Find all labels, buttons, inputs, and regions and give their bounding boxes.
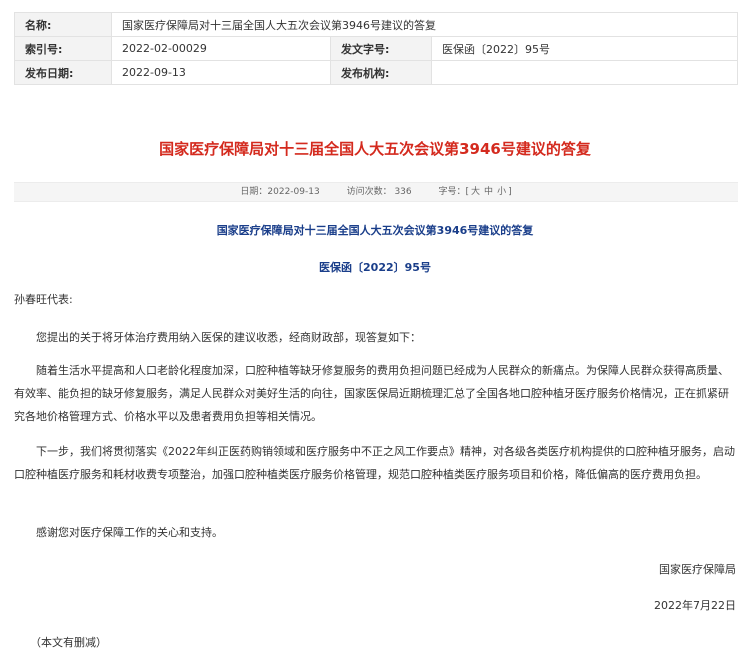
org-label: 发布机构: [330, 60, 432, 85]
index-value: 2022-02-00029 [111, 36, 331, 61]
date-label: 发布日期: [14, 60, 112, 85]
document-meta-table: 名称: 国家医疗保障局对十三届全国人大五次会议第3946号建议的答复 索引号: … [14, 12, 738, 85]
visit-count: 访问次数： 336 [346, 187, 412, 197]
abridged-note: （本文有删减） [30, 636, 107, 649]
paragraph-4: 感谢您对医疗保障工作的关心和支持。 [36, 526, 223, 539]
publish-date: 日期：2022-09-13 [240, 187, 320, 197]
signature: 国家医疗保障局 [659, 563, 736, 576]
font-size-switcher: 字号：[大中小] [439, 187, 512, 197]
docno-value: 医保函〔2022〕95号 [431, 36, 738, 61]
org-value [431, 60, 738, 85]
docno-label: 发文字号: [330, 36, 432, 61]
date-value: 2022-09-13 [111, 60, 331, 85]
font-size-large-link[interactable]: 大 [471, 187, 480, 197]
name-label: 名称: [14, 12, 112, 37]
article-heading: 国家医疗保障局对十三届全国人大五次会议第3946号建议的答复 [216, 224, 534, 237]
article-info-bar: 日期：2022-09-13 访问次数： 336 字号：[大中小] [14, 182, 738, 202]
font-size-end: ] [508, 187, 512, 197]
font-size-small-link[interactable]: 小 [497, 187, 506, 197]
font-size-label: 字号：[ [438, 187, 470, 197]
paragraph-3: 下一步，我们将贯彻落实《2022年纠正医药购销领域和医疗服务中不正之风工作要点》… [14, 445, 735, 481]
paragraph-1: 您提出的关于将牙体治疗费用纳入医保的建议收悉，经商财政部，现答复如下： [36, 331, 421, 344]
page-title: 国家医疗保障局对十三届全国人大五次会议第3946号建议的答复 [159, 140, 591, 158]
document-number: 医保函〔2022〕95号 [319, 261, 431, 274]
index-label: 索引号: [14, 36, 112, 61]
signature-date: 2022年7月22日 [654, 599, 736, 612]
name-value: 国家医疗保障局对十三届全国人大五次会议第3946号建议的答复 [111, 12, 738, 37]
font-size-medium-link[interactable]: 中 [484, 187, 493, 197]
salutation: 孙春旺代表: [14, 293, 73, 306]
paragraph-2: 随着生活水平提高和人口老龄化程度加深，口腔种植等缺牙修复服务的费用负担问题已经成… [14, 364, 729, 423]
